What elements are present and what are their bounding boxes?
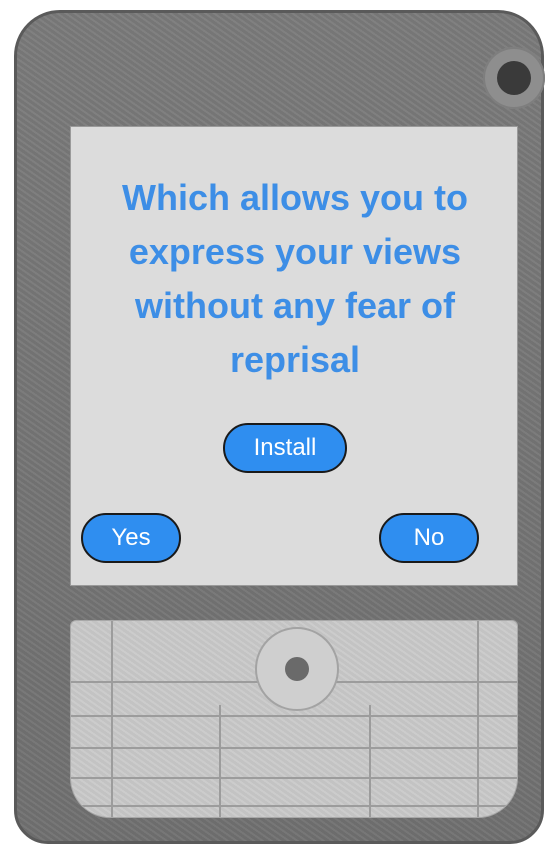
keypad-divider [71, 747, 517, 749]
headline-text: Which allows you to express your views w… [121, 177, 468, 380]
keypad-divider [71, 715, 517, 717]
phone-screen: Which allows you to express your views w… [70, 126, 518, 586]
dpad-center-button[interactable] [285, 657, 309, 681]
no-button[interactable]: No [379, 513, 479, 563]
keypad-divider [111, 621, 113, 817]
dpad-ring[interactable] [255, 627, 339, 711]
keypad-divider [71, 805, 517, 807]
yes-button[interactable]: Yes [81, 513, 181, 563]
keypad-divider [71, 777, 517, 779]
keypad-divider [219, 705, 221, 817]
keypad [70, 620, 518, 818]
camera-lens [497, 61, 531, 95]
keypad-divider [369, 705, 371, 817]
camera-icon [483, 47, 545, 109]
install-button[interactable]: Install [223, 423, 347, 473]
keypad-divider [477, 621, 479, 817]
